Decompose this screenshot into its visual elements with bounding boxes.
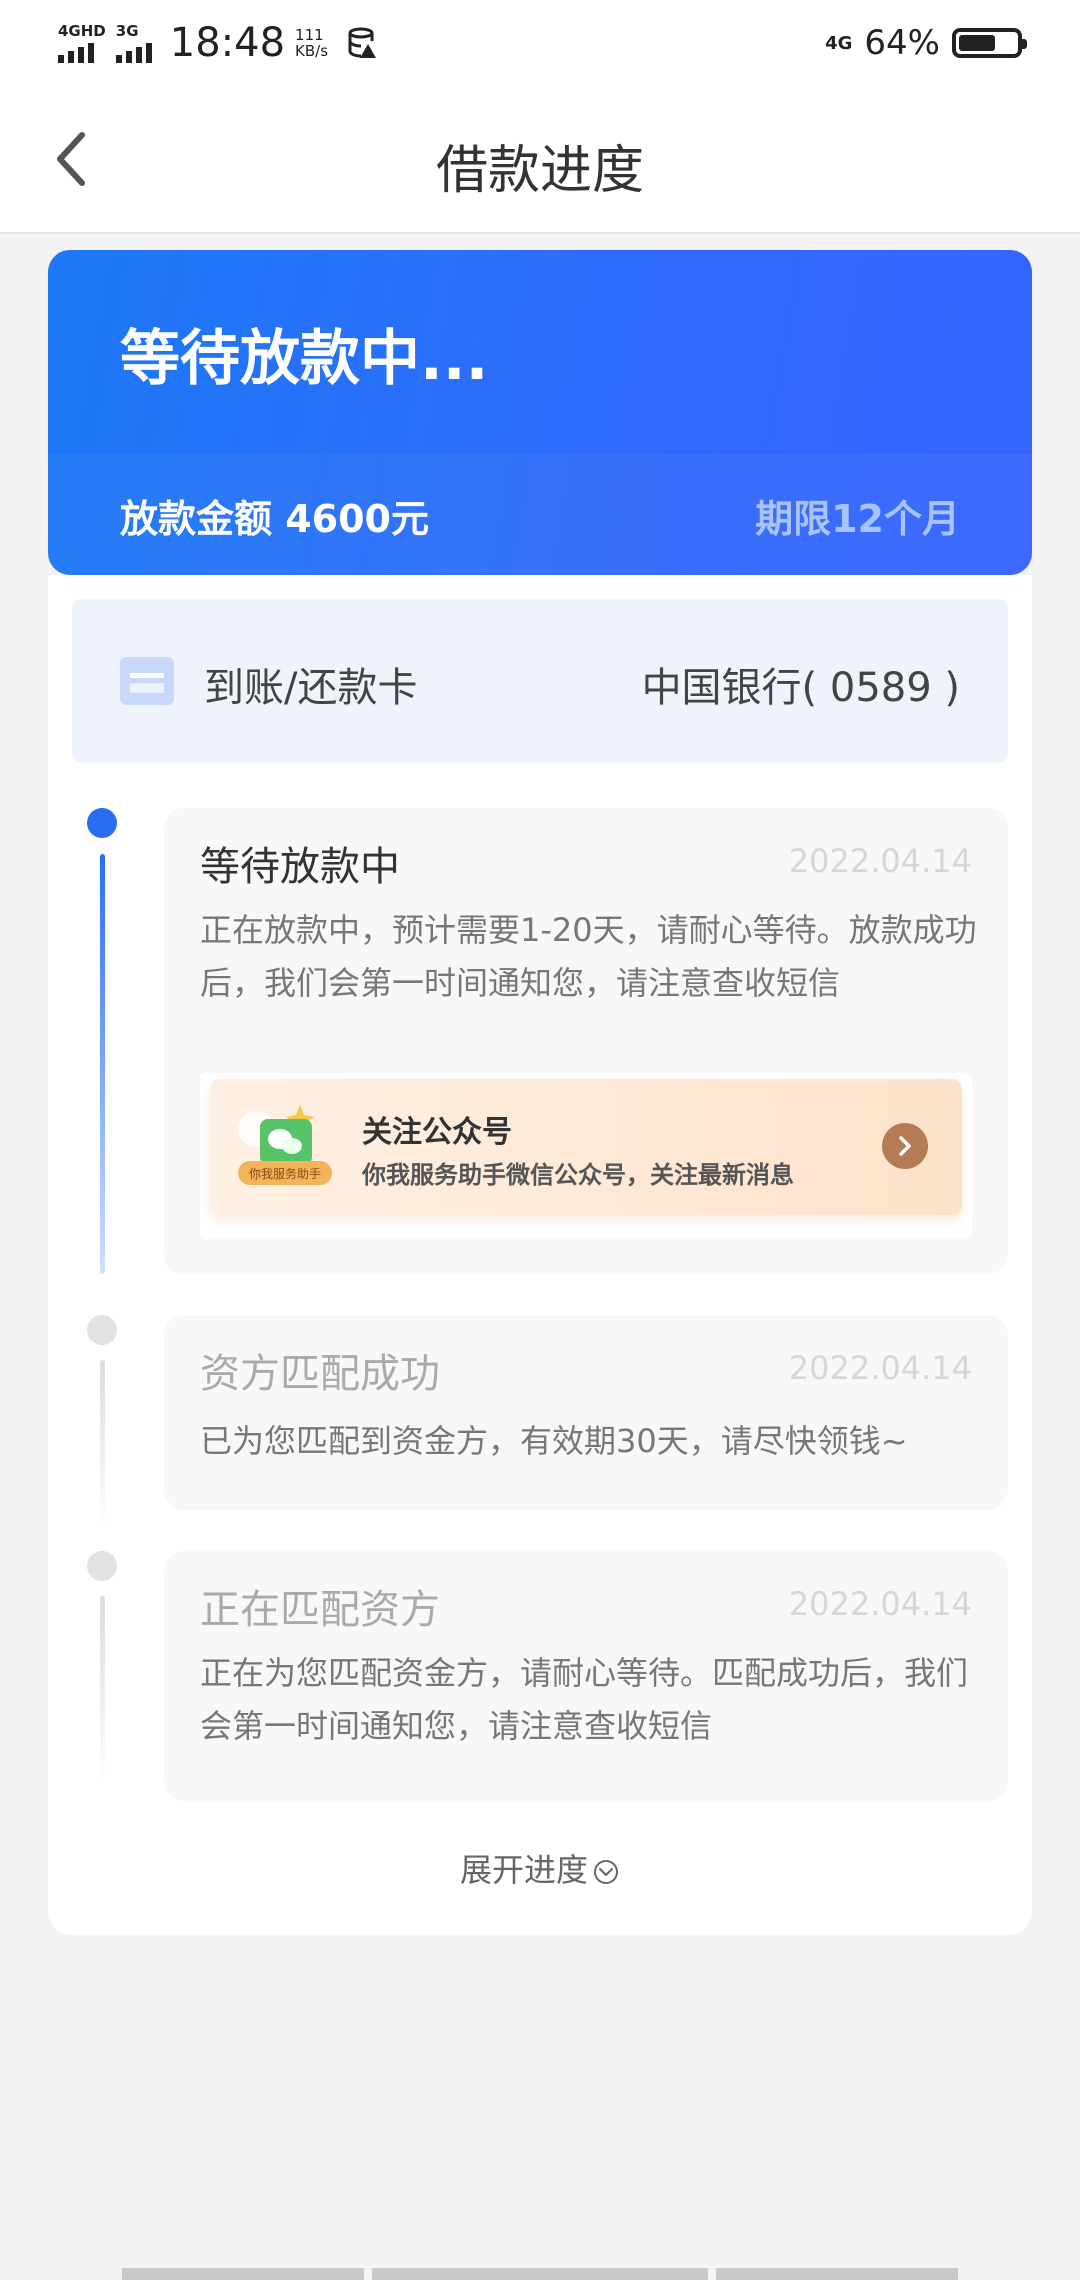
nav-bar: 借款进度 xyxy=(0,84,1080,234)
signal-2: 3G xyxy=(115,21,152,63)
timeline-step: 资方匹配成功 2022.04.14 已为您匹配到资金方，有效期30天，请尽快领钱… xyxy=(164,1315,1008,1510)
battery-icon xyxy=(952,28,1027,58)
bank-card-icon xyxy=(120,657,174,705)
wechat-follow-banner-body[interactable]: 你我服务助手 关注公众号 你我服务助手微信公众号，关注最新消息 xyxy=(210,1079,962,1215)
network-type: 4G xyxy=(825,32,853,54)
timeline-step: 正在匹配资方 2022.04.14 正在为您匹配资金方，请耐心等待。匹配成功后，… xyxy=(164,1551,1008,1801)
promo-badge-text: 你我服务助手 xyxy=(249,1166,321,1181)
bank-card-label: 到账/还款卡 xyxy=(204,665,418,711)
signal-bars-icon xyxy=(58,41,106,63)
nav-gesture-bar xyxy=(716,2268,958,2280)
data-saver-icon xyxy=(348,27,377,58)
chevron-right-icon xyxy=(899,1136,911,1156)
timeline-dot-active xyxy=(87,808,117,838)
promo-title: 关注公众号 xyxy=(362,1115,512,1150)
loan-amount: 放款金额 4600元 xyxy=(120,497,429,541)
nav-gesture-bar xyxy=(372,2268,708,2280)
signal-2-label: 3G xyxy=(115,21,139,40)
expand-progress-button[interactable]: 展开进度 xyxy=(48,1845,1032,1891)
step-date: 2022.04.14 xyxy=(788,1585,972,1623)
wechat-logo-icon: 你我服务助手 xyxy=(238,1105,332,1185)
step-title: 正在匹配资方 xyxy=(200,1587,440,1633)
wechat-follow-banner[interactable]: 你我服务助手 关注公众号 你我服务助手微信公众号，关注最新消息 xyxy=(200,1073,972,1239)
signal-1-label: 4GHD xyxy=(58,21,106,40)
step-description: 正在放款中，预计需要1-20天，请耐心等待。放款成功后，我们会第一时间通知您，请… xyxy=(200,911,977,1002)
promo-subtitle: 你我服务助手微信公众号，关注最新消息 xyxy=(362,1161,794,1189)
timeline-dot-inactive xyxy=(87,1551,117,1581)
timeline-dot-inactive xyxy=(87,1315,117,1345)
progress-card: 到账/还款卡 中国银行( 0589 ) 等待放款中 2022.04.14 正在放… xyxy=(48,575,1032,1935)
timeline-line xyxy=(100,1596,105,1786)
loan-status-card: 等待放款中... 放款金额 4600元 期限12个月 xyxy=(48,250,1032,575)
chevron-down-circle-icon xyxy=(594,1860,618,1884)
clock: 18:48 xyxy=(169,20,286,66)
timeline-step: 等待放款中 2022.04.14 正在放款中，预计需要1-20天，请耐心等待。放… xyxy=(164,808,1008,1274)
promo-arrow-button[interactable] xyxy=(882,1123,928,1169)
step-title: 等待放款中 xyxy=(200,844,400,890)
network-speed-unit: KB/s xyxy=(295,42,329,60)
step-description: 已为您匹配到资金方，有效期30天，请尽快领钱~ xyxy=(200,1422,908,1460)
network-speed-value: 111 xyxy=(295,26,324,44)
page-title: 借款进度 xyxy=(435,141,644,201)
battery-percent: 64% xyxy=(864,23,940,63)
step-title: 资方匹配成功 xyxy=(200,1351,440,1397)
loan-term: 期限12个月 xyxy=(755,497,960,541)
battery-fill xyxy=(959,35,995,51)
step-description: 正在为您匹配资金方，请耐心等待。匹配成功后，我们会第一时间通知您，请注意查收短信 xyxy=(200,1654,969,1745)
timeline-line xyxy=(100,854,105,1274)
timeline-line xyxy=(100,1360,105,1530)
signal-1: 4GHD xyxy=(58,21,106,63)
loan-status: 等待放款中... xyxy=(120,324,489,394)
step-date: 2022.04.14 xyxy=(788,1349,972,1387)
network-speed: 111 KB/s xyxy=(295,27,328,59)
status-bar: 4GHD 3G 18:48 111 KB/s 4G 64% xyxy=(0,0,1080,84)
nav-gesture-bar xyxy=(122,2268,364,2280)
expand-progress-label: 展开进度 xyxy=(459,1851,588,1889)
bank-card-value: 中国银行( 0589 ) xyxy=(641,665,960,711)
step-date: 2022.04.14 xyxy=(788,842,972,880)
bank-card-row[interactable]: 到账/还款卡 中国银行( 0589 ) xyxy=(72,599,1008,763)
signal-bars-icon xyxy=(115,41,152,63)
